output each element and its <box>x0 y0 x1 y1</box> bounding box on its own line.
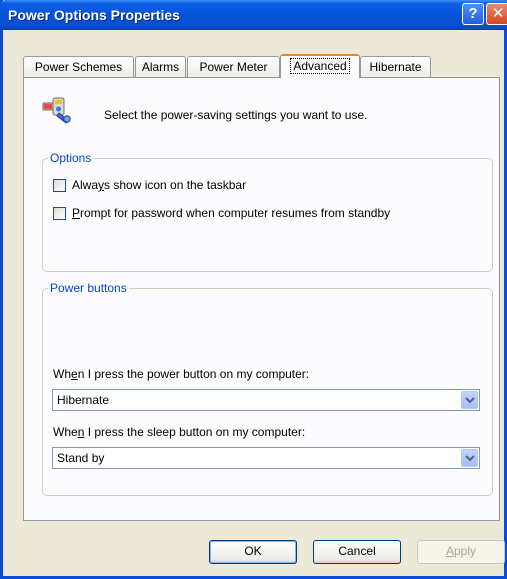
power-options-window: Power Options Properties ? ✕ Power Schem… <box>0 0 507 579</box>
power-button-action-value: Hibernate <box>57 393 110 407</box>
help-button[interactable]: ? <box>462 3 484 25</box>
apply-button[interactable]: Apply <box>417 540 505 564</box>
power-buttons-group: Power buttons When I press the power but… <box>42 281 493 496</box>
tab-power-meter[interactable]: Power Meter <box>187 56 280 77</box>
options-legend: Options <box>48 151 94 165</box>
options-group: Options Always show icon on the taskbar … <box>42 151 493 272</box>
tab-label: Power Meter <box>199 60 268 74</box>
window-title: Power Options Properties <box>8 7 180 23</box>
power-buttons-legend: Power buttons <box>48 281 129 295</box>
tab-label: Power Schemes <box>34 60 123 74</box>
tab-alarms[interactable]: Alarms <box>135 56 186 77</box>
tab-label: Alarms <box>141 60 180 74</box>
prompt-password-checkbox[interactable]: Prompt for password when computer resume… <box>53 206 443 223</box>
power-settings-icon <box>41 95 73 125</box>
sleep-button-action-value: Stand by <box>57 451 105 465</box>
power-button-action-select[interactable]: Hibernate <box>52 389 480 411</box>
close-icon: ✕ <box>491 5 505 22</box>
sleep-button-action-select[interactable]: Stand by <box>52 447 480 469</box>
tab-label: Hibernate <box>369 60 422 74</box>
power-button-prompt: When I press the power button on my comp… <box>53 367 310 381</box>
tab-advanced[interactable]: Advanced <box>280 54 360 78</box>
cancel-button[interactable]: Cancel <box>313 540 401 564</box>
checkbox-label: Always show icon on the taskbar <box>72 178 247 192</box>
dropdown-button[interactable] <box>461 391 478 409</box>
tab-power-schemes[interactable]: Power Schemes <box>23 56 134 77</box>
chevron-down-icon <box>465 397 475 404</box>
checkbox-label: Prompt for password when computer resume… <box>72 206 391 220</box>
checkbox-box[interactable] <box>53 207 66 220</box>
advanced-tab-panel: Select the power-saving settings you wan… <box>23 77 500 521</box>
checkbox-box[interactable] <box>53 179 66 192</box>
tab-label: Advanced <box>290 58 350 74</box>
help-icon: ? <box>468 5 478 22</box>
title-bar[interactable]: Power Options Properties ? ✕ <box>0 0 507 30</box>
chevron-down-icon <box>465 455 475 462</box>
always-show-icon-checkbox[interactable]: Always show icon on the taskbar <box>53 178 283 195</box>
sleep-button-prompt: When I press the sleep button on my comp… <box>53 425 306 439</box>
intro-text: Select the power-saving settings you wan… <box>104 108 368 122</box>
tab-hibernate[interactable]: Hibernate <box>360 56 431 77</box>
ok-button[interactable]: OK <box>209 540 297 564</box>
close-button[interactable]: ✕ <box>486 3 507 25</box>
dropdown-button[interactable] <box>461 449 478 467</box>
